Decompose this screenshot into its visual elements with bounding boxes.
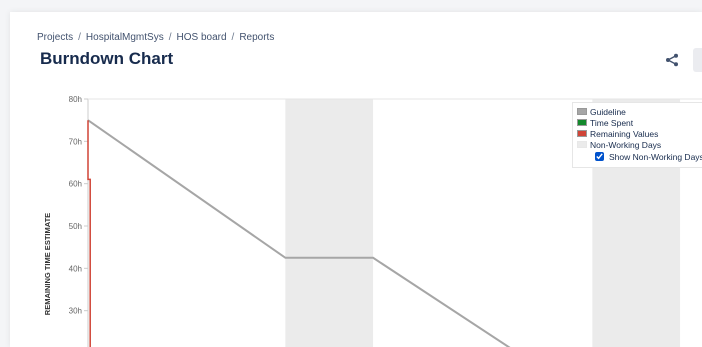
non-working-day-band bbox=[285, 99, 374, 347]
legend-label: Time Spent bbox=[590, 117, 634, 128]
y-tick-label: 30h bbox=[69, 307, 82, 316]
y-tick-label: 40h bbox=[69, 264, 82, 273]
legend-swatch-time-spent bbox=[577, 119, 587, 126]
legend-item-remaining-values: Remaining Values bbox=[577, 128, 702, 139]
y-tick-label: 70h bbox=[69, 137, 82, 146]
report-page: Projects / HospitalMgmtSys / HOS board / Repor… bbox=[10, 12, 702, 347]
legend-swatch-guideline bbox=[577, 108, 587, 115]
y-axis-label: REMAINING TIME ESTIMATE bbox=[43, 213, 52, 315]
y-tick-label: 80h bbox=[69, 95, 82, 104]
legend-item-guideline: Guideline bbox=[577, 106, 702, 117]
y-tick-label: 60h bbox=[69, 180, 82, 189]
legend-label: Remaining Values bbox=[590, 128, 659, 139]
y-tick-label: 50h bbox=[69, 222, 82, 231]
show-non-working-days-label: Show Non-Working Days bbox=[609, 151, 702, 162]
legend-item-time-spent: Time Spent bbox=[577, 117, 702, 128]
legend-item-non-working-days: Non-Working Days bbox=[577, 139, 702, 150]
show-non-working-days-toggle[interactable]: Show Non-Working Days bbox=[577, 150, 702, 163]
show-non-working-days-checkbox[interactable] bbox=[595, 152, 604, 161]
legend-swatch-remaining-values bbox=[577, 130, 587, 137]
chart-legend: Guideline Time Spent Remaining Values No… bbox=[572, 102, 702, 168]
burndown-chart: 80h 70h 60h 50h 40h 30h REMAINING TIME ESTIMA… bbox=[43, 95, 702, 347]
legend-label: Non-Working Days bbox=[590, 139, 662, 150]
legend-label: Guideline bbox=[590, 106, 626, 117]
legend-swatch-non-working-days bbox=[577, 141, 587, 148]
